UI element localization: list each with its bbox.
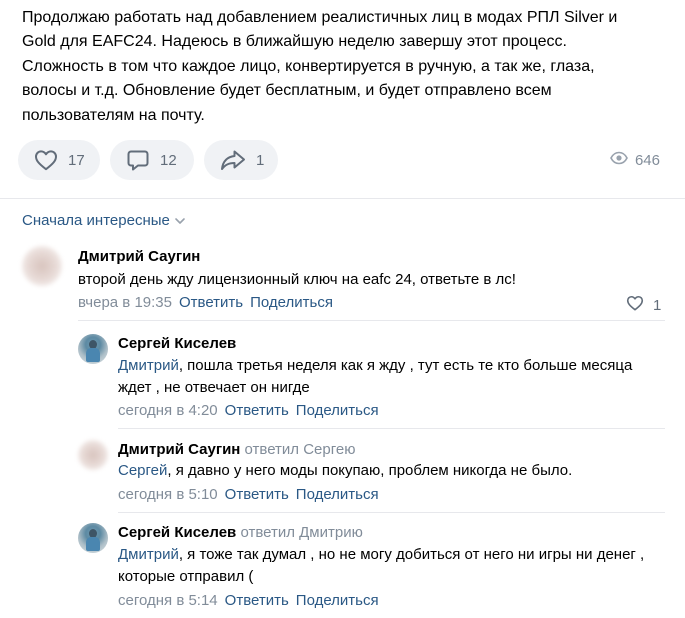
comment-body: , я тоже так думал , но не могу добиться… — [118, 546, 645, 585]
comment-meta: вчера в 19:35 Ответить Поделиться — [78, 294, 333, 311]
comment-meta: сегодня в 5:10 Ответить Поделиться — [118, 486, 379, 503]
comment-separator — [118, 428, 665, 429]
comment-time[interactable]: сегодня в 5:14 — [118, 592, 218, 609]
author-name[interactable]: Сергей Киселев — [118, 524, 236, 541]
comment-time[interactable]: сегодня в 5:10 — [118, 486, 218, 503]
author-name[interactable]: Дмитрий Саугин — [118, 441, 240, 458]
comment-time[interactable]: вчера в 19:35 — [78, 294, 172, 311]
mention-link[interactable]: Сергей — [118, 462, 167, 479]
comment-author[interactable]: Сергей Киселев ответил Дмитрию — [118, 524, 363, 541]
views-counter: 646 — [610, 140, 660, 180]
chevron-down-icon — [170, 212, 186, 229]
comment-time[interactable]: сегодня в 4:20 — [118, 402, 218, 419]
comment-meta: сегодня в 4:20 Ответить Поделиться — [118, 402, 379, 419]
like-button[interactable]: 17 — [18, 140, 100, 180]
share-button[interactable]: 1 — [204, 140, 278, 180]
comment-body: второй день жду лицензионный ключ на eaf… — [78, 271, 516, 288]
avatar[interactable] — [78, 440, 108, 470]
comment-meta: сегодня в 5:14 Ответить Поделиться — [118, 592, 379, 609]
comment-author[interactable]: Дмитрий Саугин ответил Сергею — [118, 441, 355, 458]
share-count: 1 — [256, 151, 265, 169]
avatar[interactable] — [78, 334, 108, 364]
sort-label: Сначала интересные — [22, 212, 170, 229]
avatar[interactable] — [78, 523, 108, 553]
post-divider — [0, 198, 685, 199]
comment-button[interactable]: 12 — [110, 140, 194, 180]
comment-count: 12 — [160, 151, 177, 169]
comment-like-count: 1 — [653, 297, 662, 314]
post-actions: 17 12 1 646 — [18, 140, 668, 180]
heart-icon — [626, 295, 644, 316]
reply-link[interactable]: Ответить — [179, 294, 243, 311]
mention-link[interactable]: Дмитрий — [118, 546, 179, 563]
comment-text: Сергей, я давно у него моды покупаю, про… — [118, 460, 658, 482]
replied-to[interactable]: ответил Дмитрию — [240, 524, 362, 541]
reply-link[interactable]: Ответить — [225, 486, 289, 503]
author-name[interactable]: Сергей Киселев — [118, 335, 236, 352]
comment-body: , я давно у него моды покупаю, проблем н… — [167, 462, 573, 479]
reply-link[interactable]: Ответить — [225, 402, 289, 419]
comment-separator — [78, 320, 665, 321]
views-count: 646 — [634, 151, 660, 169]
comments-sort-dropdown[interactable]: Сначала интересные — [22, 212, 186, 229]
share-link[interactable]: Поделиться — [296, 402, 379, 419]
like-count: 17 — [68, 151, 85, 169]
comment-text: Дмитрий, я тоже так думал , но не могу д… — [118, 544, 648, 588]
reply-link[interactable]: Ответить — [225, 592, 289, 609]
comment-text: Дмитрий, пошла третья неделя как я жду ,… — [118, 355, 638, 399]
share-icon — [220, 149, 246, 171]
mention-link[interactable]: Дмитрий — [118, 357, 179, 374]
eye-icon — [610, 151, 628, 170]
comment-author[interactable]: Дмитрий Саугин — [78, 248, 200, 265]
comment-separator — [118, 512, 665, 513]
author-name[interactable]: Дмитрий Саугин — [78, 248, 200, 265]
comment-icon — [126, 148, 150, 172]
heart-icon — [34, 149, 58, 171]
share-link[interactable]: Поделиться — [296, 592, 379, 609]
replied-to[interactable]: ответил Сергею — [245, 441, 356, 458]
comment-text: второй день жду лицензионный ключ на eaf… — [78, 269, 658, 291]
comment-body: , пошла третья неделя как я жду , тут ес… — [118, 357, 633, 396]
avatar[interactable] — [22, 246, 62, 286]
comment-author[interactable]: Сергей Киселев — [118, 335, 236, 352]
share-link[interactable]: Поделиться — [250, 294, 333, 311]
comment-like-button[interactable]: 1 — [626, 295, 661, 316]
share-link[interactable]: Поделиться — [296, 486, 379, 503]
post-text: Продолжаю работать над добавлением реали… — [22, 9, 618, 124]
